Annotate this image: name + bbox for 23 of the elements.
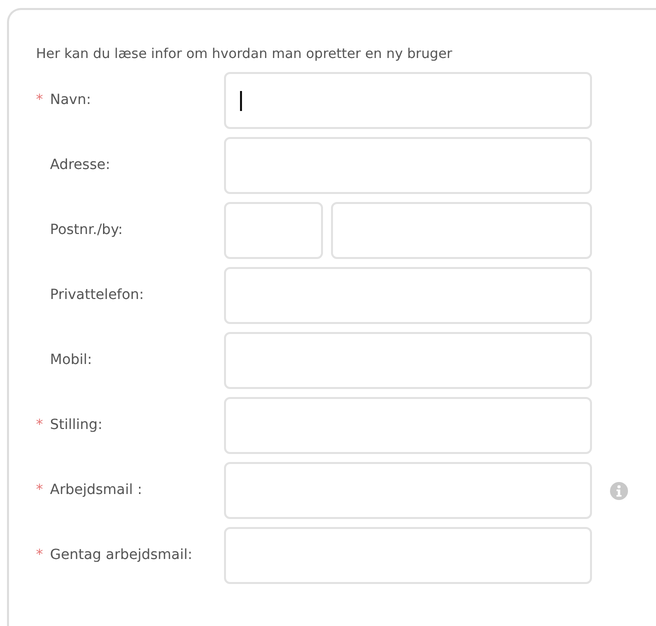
field-label: Mobil: bbox=[50, 351, 92, 370]
field-label: Adresse: bbox=[50, 156, 110, 175]
input-field[interactable] bbox=[224, 397, 592, 454]
input-field[interactable] bbox=[224, 267, 592, 324]
field-label: Privattelefon: bbox=[50, 286, 144, 305]
field-label: Postnr./by: bbox=[50, 221, 123, 240]
info-icon[interactable] bbox=[610, 482, 628, 500]
required-mark: * bbox=[36, 546, 44, 565]
required-mark: * bbox=[36, 91, 44, 110]
field-label: Arbejdsmail : bbox=[50, 481, 142, 500]
intro-text: Her kan du læse infor om hvordan man opretter en ny bruger bbox=[36, 45, 454, 64]
field-label: Gentag arbejdsmail: bbox=[50, 546, 192, 565]
input-field[interactable] bbox=[224, 462, 592, 519]
input-field[interactable] bbox=[224, 137, 592, 194]
input-field[interactable] bbox=[224, 332, 592, 389]
required-mark: * bbox=[36, 416, 44, 435]
field-label: Navn: bbox=[50, 91, 91, 110]
input-field[interactable] bbox=[224, 72, 592, 129]
input-field[interactable] bbox=[224, 202, 323, 259]
input-field[interactable] bbox=[331, 202, 592, 259]
input-field[interactable] bbox=[224, 527, 592, 584]
required-mark: * bbox=[36, 481, 44, 500]
field-label: Stilling: bbox=[50, 416, 102, 435]
